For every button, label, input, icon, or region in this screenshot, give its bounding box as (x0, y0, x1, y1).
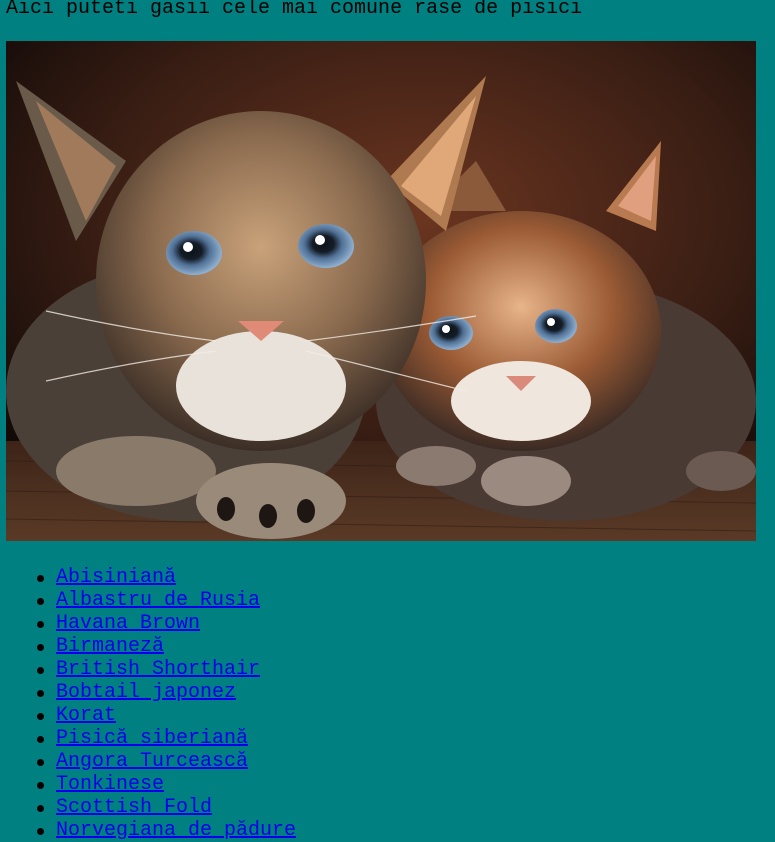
breed-link-british-shorthair[interactable]: British Shorthair (56, 658, 260, 681)
kittens-image (6, 41, 756, 541)
list-item: Korat (37, 704, 296, 727)
bullet-icon (37, 713, 44, 720)
list-item: Havana Brown (37, 612, 296, 635)
bullet-icon (37, 690, 44, 697)
bullet-icon (37, 575, 44, 582)
breed-link-havana-brown[interactable]: Havana Brown (56, 612, 200, 635)
breed-link-turkish-angora[interactable]: Angora Turcească (56, 750, 248, 773)
list-item: Abisiniană (37, 566, 296, 589)
breed-link-birman[interactable]: Birmaneză (56, 635, 164, 658)
page-heading: Aici puteti gasii cele mai comune rase d… (6, 0, 583, 20)
list-item: Tonkinese (37, 773, 296, 796)
bullet-icon (37, 667, 44, 674)
list-item: Angora Turcească (37, 750, 296, 773)
breed-link-japanese-bobtail[interactable]: Bobtail japonez (56, 681, 236, 704)
breed-link-norwegian-forest[interactable]: Norvegiana de pădure (56, 819, 296, 842)
breed-link-korat[interactable]: Korat (56, 704, 116, 727)
bullet-icon (37, 644, 44, 651)
list-item: Bobtail japonez (37, 681, 296, 704)
bullet-icon (37, 805, 44, 812)
breed-link-abyssinian[interactable]: Abisiniană (56, 566, 176, 589)
bullet-icon (37, 736, 44, 743)
list-item: Pisică siberiană (37, 727, 296, 750)
breed-link-scottish-fold[interactable]: Scottish Fold (56, 796, 212, 819)
bullet-icon (37, 621, 44, 628)
breed-link-russian-blue[interactable]: Albastru de Rusia (56, 589, 260, 612)
list-item: Birmaneză (37, 635, 296, 658)
breed-list: Abisiniană Albastru de Rusia Havana Brow… (37, 566, 296, 842)
bullet-icon (37, 828, 44, 835)
breed-link-siberian[interactable]: Pisică siberiană (56, 727, 248, 750)
breed-link-tonkinese[interactable]: Tonkinese (56, 773, 164, 796)
list-item: Norvegiana de pădure (37, 819, 296, 842)
list-item: Scottish Fold (37, 796, 296, 819)
list-item: Albastru de Rusia (37, 589, 296, 612)
list-item: British Shorthair (37, 658, 296, 681)
kittens-photo (6, 41, 756, 541)
bullet-icon (37, 598, 44, 605)
bullet-icon (37, 759, 44, 766)
bullet-icon (37, 782, 44, 789)
